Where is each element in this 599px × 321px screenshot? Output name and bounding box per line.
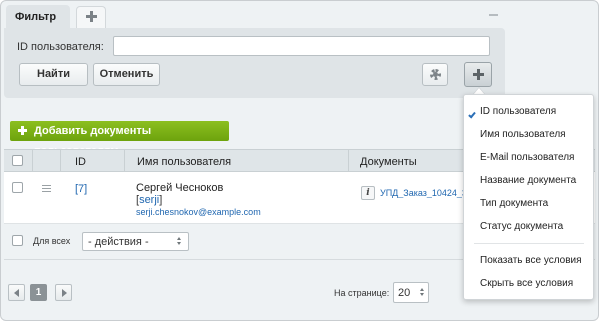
filter-fields-menu: ID пользователя Имя пользователя E-Mail … <box>463 94 594 300</box>
for-all-checkbox[interactable] <box>12 235 23 246</box>
info-icon[interactable]: i <box>361 186 375 200</box>
menu-item-show-all[interactable]: Показать все условия <box>480 255 582 266</box>
plus-icon <box>86 11 97 22</box>
for-all-label: Для всех <box>33 236 71 246</box>
current-page: 1 <box>30 284 47 301</box>
add-filter-tab-button[interactable] <box>76 6 106 28</box>
menu-item-document-name[interactable]: Название документа <box>480 175 576 186</box>
row-checkbox[interactable] <box>12 182 23 193</box>
menu-item-document-status[interactable]: Статус документа <box>480 221 563 232</box>
per-page-label: На странице: <box>334 288 390 298</box>
plus-icon <box>473 69 484 80</box>
checkmark-icon <box>468 110 476 119</box>
add-documents-button[interactable]: Добавить документы пользователям <box>10 121 229 157</box>
user-id-label: ID пользователя: <box>17 41 104 53</box>
actions-select-value: - действия - <box>88 236 149 248</box>
find-button[interactable]: Найти <box>19 63 88 86</box>
actions-select[interactable]: - действия - <box>82 232 189 251</box>
menu-item-user-id[interactable]: ID пользователя <box>480 106 556 117</box>
user-id-input[interactable] <box>113 36 490 56</box>
per-page-select[interactable]: 20 <box>393 282 429 303</box>
collapse-filter-icon[interactable] <box>489 14 498 16</box>
row-user-login: [serji] <box>136 194 163 206</box>
chevron-left-icon <box>14 289 19 297</box>
column-header-id[interactable]: ID <box>75 156 86 168</box>
row-user-email[interactable]: serji.chesnokov@example.com <box>136 207 261 217</box>
filter-settings-button[interactable] <box>422 63 448 86</box>
menu-item-user-email[interactable]: E-Mail пользователя <box>480 152 574 163</box>
select-arrows-icon <box>177 237 182 246</box>
select-arrows-icon <box>420 288 425 297</box>
next-page-button[interactable] <box>55 284 72 301</box>
cancel-button[interactable]: Отменить <box>93 63 160 86</box>
menu-item-user-name[interactable]: Имя пользователя <box>480 129 566 140</box>
menu-item-hide-all[interactable]: Скрыть все условия <box>480 278 573 289</box>
row-user-name: Сергей Чесноков <box>136 182 224 194</box>
user-login-link[interactable]: serji <box>139 194 159 206</box>
menu-item-document-type[interactable]: Тип документа <box>480 198 548 209</box>
column-header-documents[interactable]: Документы <box>360 156 417 168</box>
add-condition-button[interactable] <box>464 62 492 87</box>
plus-icon <box>18 126 27 135</box>
menu-divider <box>474 243 584 244</box>
document-link[interactable]: УПД_Заказ_10424_3.zip <box>380 188 465 198</box>
prev-page-button[interactable] <box>8 284 25 301</box>
per-page-value: 20 <box>398 287 411 299</box>
chevron-right-icon <box>62 289 67 297</box>
row-id-link[interactable]: [7] <box>75 183 87 195</box>
column-header-username[interactable]: Имя пользователя <box>137 156 231 168</box>
row-menu-icon[interactable] <box>42 185 51 192</box>
filter-tab[interactable]: Фильтр <box>6 5 70 29</box>
select-all-checkbox[interactable] <box>12 155 23 166</box>
